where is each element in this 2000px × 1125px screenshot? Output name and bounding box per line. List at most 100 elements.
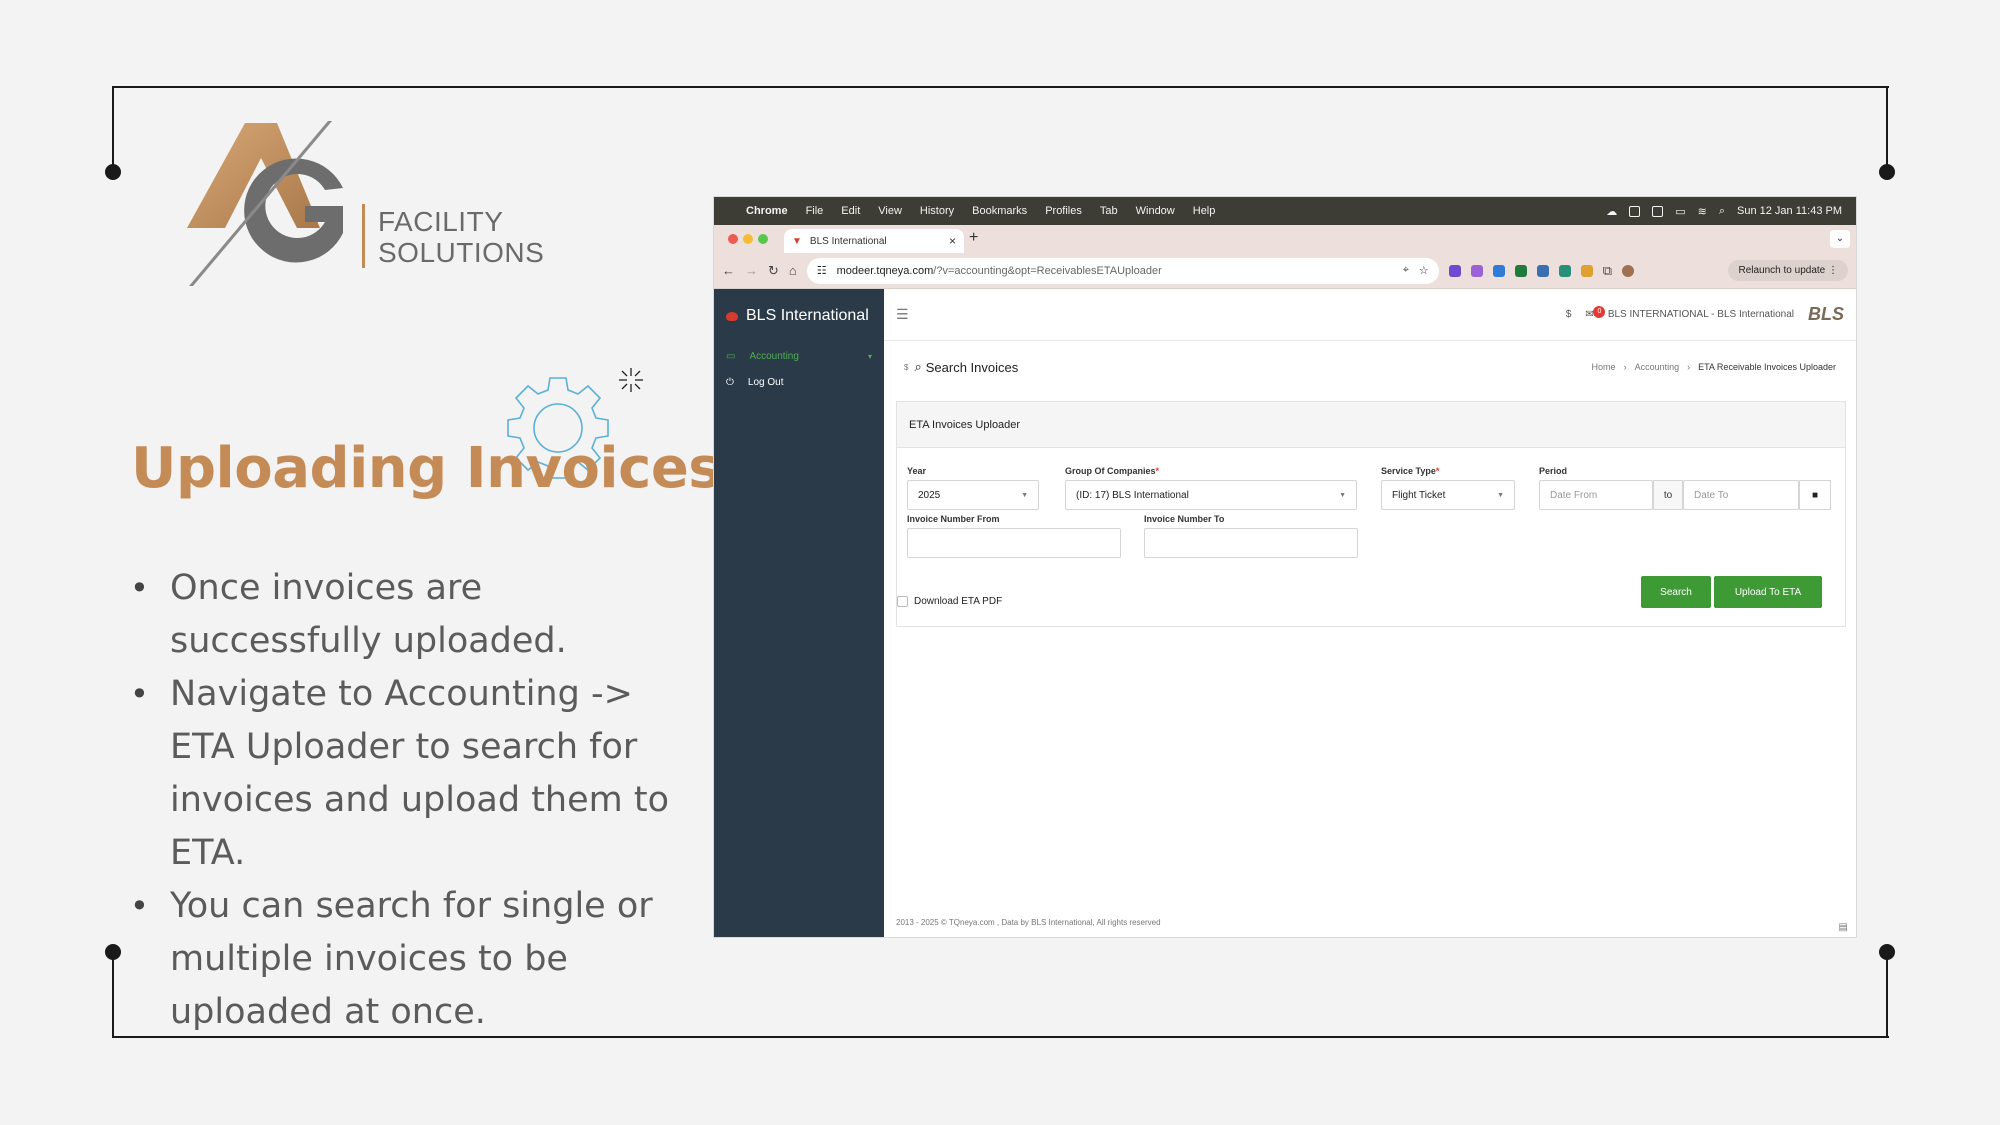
extension-icon[interactable] [1470,264,1483,277]
brand[interactable]: BLS International [714,289,884,343]
search-icon: ⌕ [914,359,922,374]
url-path: /?v=accounting&opt=ReceivablesETAUploade… [933,264,1162,277]
year-select[interactable]: 2025 ▼ [907,480,1039,510]
sidebar-item-label: Accounting [749,350,799,362]
checkbox-box[interactable] [897,596,908,607]
search-button[interactable]: Search [1641,576,1711,608]
page-title: Search Invoices [925,359,1019,375]
url-text: modeer.tqneya.com/?v=accounting&opt=Rece… [837,265,1162,277]
tab-title: BLS International [809,235,887,247]
app-icon[interactable] [1629,205,1641,217]
relaunch-button[interactable]: Relaunch to update ⋮ [1728,260,1848,281]
company-name[interactable]: BLS INTERNATIONAL - BLS International [1608,309,1794,320]
group-value: (ID: 17) BLS International [1076,489,1189,501]
url-input[interactable]: ☷ modeer.tqneya.com/?v=accounting&opt=Re… [806,257,1439,284]
service-value: Flight Ticket [1392,489,1446,501]
cloud-icon[interactable]: ☁ [1606,205,1617,218]
back-icon[interactable]: ← [722,263,735,278]
menu-edit[interactable]: Edit [841,205,860,217]
embedded-screenshot: Chrome File Edit View History Bookmarks … [714,197,1856,937]
menu-view[interactable]: View [878,205,902,217]
main-content: $ ⌕ Search Invoices Home › Accounting › … [884,341,1856,937]
group-label: Group Of Companies* [1065,466,1159,476]
invoice-from-label: Invoice Number From [907,514,1000,524]
wifi-icon[interactable]: ≋ [1698,205,1707,218]
reload-icon[interactable]: ↻ [768,263,779,279]
bookmark-star-icon[interactable]: ☆ [1419,264,1429,277]
extension-icon[interactable] [1492,264,1505,277]
breadcrumb-home[interactable]: Home [1592,362,1616,372]
logo-line-1: FACILITY [378,206,504,237]
menu-toggle-icon[interactable]: ☰ [896,306,909,323]
currency-icon[interactable]: $ [1566,309,1572,320]
sidebar-item-logout[interactable]: ⏻ Log Out [714,369,884,395]
download-pdf-checkbox[interactable]: Download ETA PDF [897,596,1002,607]
extension-icon[interactable] [1514,264,1527,277]
period-label: Period [1539,466,1568,476]
status-area: ☁ ▭ ≋ ⌕ Sun 12 Jan 11:43 PM [1606,205,1842,218]
uploader-card: ETA Invoices Uploader Year 2025 ▼ Group O… [896,401,1846,627]
group-select[interactable]: (ID: 17) BLS International ▼ [1065,480,1357,510]
scroll-icon[interactable]: ▤ [1839,922,1848,933]
logo-line-2: SOLUTIONS [378,237,545,268]
breadcrumb-accounting[interactable]: Accounting [1635,362,1680,372]
service-label: Service Type* [1381,466,1439,476]
frame-dot [105,164,121,180]
extension-icon[interactable] [1558,264,1571,277]
menu-help[interactable]: Help [1193,205,1216,217]
dropdown-arrow-icon: ▼ [1497,491,1504,499]
service-type-select[interactable]: Flight Ticket ▼ [1381,480,1515,510]
location-icon[interactable]: ⌖ [1403,264,1409,277]
menu-history[interactable]: History [920,205,954,217]
chevron-down-icon: ▾ [867,351,872,361]
menu-tab[interactable]: Tab [1100,205,1118,217]
extension-icon[interactable] [1448,264,1461,277]
menu-clock[interactable]: Sun 12 Jan 11:43 PM [1737,205,1842,217]
browser-tab[interactable]: ▼ BLS International × [784,229,964,253]
frame-right-bottom [1886,952,1888,1038]
close-window-icon[interactable] [728,234,738,244]
puzzle-icon[interactable]: ⧉ [1603,263,1612,279]
spotlight-icon[interactable]: ⌕ [1719,205,1725,218]
clear-dates-button[interactable]: ■ [1799,480,1831,510]
currency-icon: $ [904,362,909,372]
menu-window[interactable]: Window [1136,205,1175,217]
web-app: BLS International ▭ Accounting ▾ ⏻ Log O… [714,289,1856,937]
menu-profiles[interactable]: Profiles [1045,205,1082,217]
extension-icon[interactable] [1536,264,1549,277]
zoom-window-icon[interactable] [758,234,768,244]
minimize-window-icon[interactable] [743,234,753,244]
upload-to-eta-button[interactable]: Upload To ETA [1714,576,1822,608]
app-icon[interactable] [1652,205,1664,217]
sidebar-item-accounting[interactable]: ▭ Accounting ▾ [714,343,884,369]
invoice-to-input[interactable] [1144,528,1358,558]
date-from-input[interactable]: Date From [1539,480,1653,510]
home-icon[interactable]: ⌂ [789,263,797,278]
frame-right-top [1886,86,1888,172]
year-label-text: Year [907,466,927,476]
invoice-from-input[interactable] [907,528,1121,558]
chevron-right-icon: › [1687,362,1691,372]
address-bar: ← → ↻ ⌂ ☷ modeer.tqneya.com/?v=accountin… [714,253,1856,289]
extension-icon[interactable] [1580,264,1593,277]
date-from-placeholder: Date From [1550,489,1598,501]
bullet-item: Navigate to Accounting -> ETA Uploader t… [128,668,688,880]
menu-app-name[interactable]: Chrome [746,205,788,217]
sidebar: BLS International ▭ Accounting ▾ ⏻ Log O… [714,289,884,937]
site-settings-icon[interactable]: ☷ [817,264,827,277]
date-to-input[interactable]: Date To [1683,480,1799,510]
chevron-down-icon[interactable]: ⌄ [1830,230,1850,248]
url-host: modeer.tqneya.com [836,264,934,277]
mail-icon[interactable]: ✉ 0 [1585,306,1606,320]
profile-avatar[interactable] [1622,264,1635,277]
forward-icon[interactable]: → [745,263,758,278]
close-tab-icon[interactable]: × [949,234,956,248]
frame-dot [1879,164,1895,180]
card-title: ETA Invoices Uploader [897,402,1845,448]
menu-file[interactable]: File [806,205,824,217]
battery-icon[interactable]: ▭ [1675,205,1685,218]
dropdown-arrow-icon: ▼ [1021,491,1028,499]
menu-bookmarks[interactable]: Bookmarks [972,205,1027,217]
frame-top [113,86,1889,88]
new-tab-icon[interactable]: + [969,229,978,247]
